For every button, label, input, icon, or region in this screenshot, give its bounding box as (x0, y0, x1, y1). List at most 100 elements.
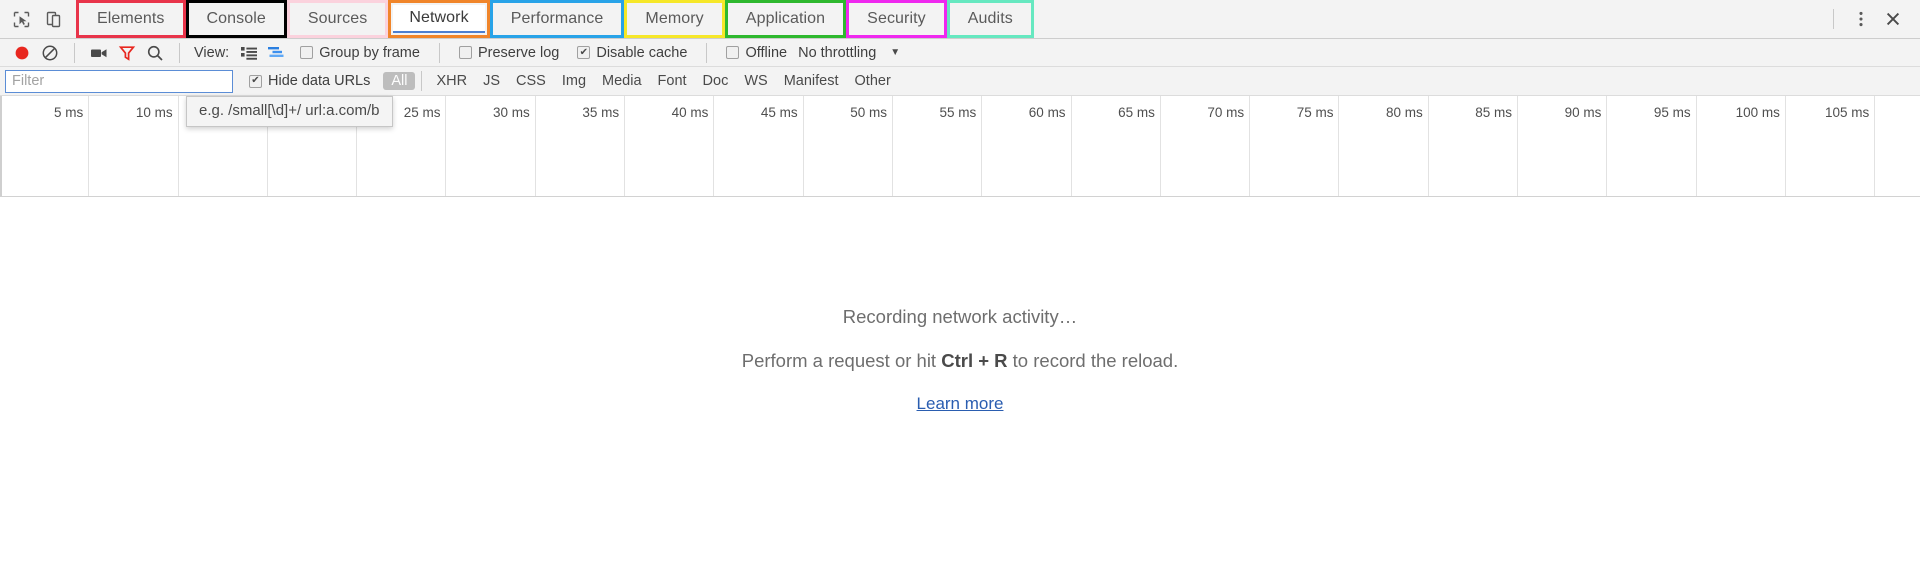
tab-highlight-sources: Sources (286, 0, 389, 38)
tab-application[interactable]: Application (729, 5, 842, 33)
checkbox-group-by-frame[interactable]: Group by frame (300, 45, 420, 61)
checkbox-disable-cache[interactable]: Disable cache (577, 45, 687, 61)
tab-performance[interactable]: Performance (494, 5, 620, 33)
checkbox-label: Group by frame (319, 44, 420, 61)
timeline-tick: 35 ms (536, 96, 626, 196)
timeline-tick: 5 ms (0, 96, 90, 196)
timeline-tick-label: 25 ms (403, 105, 441, 120)
tab-sources[interactable]: Sources (291, 5, 384, 33)
network-filter-toolbar: Hide data URLs All XHR JS CSS Img Media … (0, 67, 1920, 127)
timeline-tick-label: 70 ms (1207, 105, 1245, 120)
checkbox-label: Disable cache (596, 44, 688, 61)
timeline-tick-label: 60 ms (1028, 105, 1066, 120)
tab-highlight-console: Console (185, 0, 287, 38)
checkbox-preserve-log[interactable]: Preserve log (458, 45, 559, 61)
tab-security[interactable]: Security (851, 5, 942, 33)
checkbox-box[interactable] (726, 46, 740, 59)
timeline-tick-label: 50 ms (850, 105, 887, 120)
learn-more-link[interactable]: Learn more (917, 394, 1004, 414)
record-button-icon[interactable] (8, 41, 36, 65)
search-icon[interactable] (141, 41, 169, 65)
filter-type-xhr[interactable]: XHR (428, 72, 475, 90)
divider (706, 42, 708, 63)
tab-console[interactable]: Console (190, 5, 282, 33)
timeline-tick: 11 (1875, 96, 1920, 196)
filter-type-doc[interactable]: Doc (695, 72, 737, 90)
checkbox-box[interactable] (300, 46, 314, 59)
timeline-tick-label: 55 ms (939, 105, 977, 120)
timeline-tick: 55 ms (893, 96, 983, 196)
filter-autocomplete-hint: e.g. /small[\d]+/ url:a.com/b (186, 96, 393, 127)
devtools-tabs: Elements Console Sources Network Perform… (76, 0, 1034, 38)
timeline-tick: 10 ms (89, 96, 179, 196)
timeline-tick: 90 ms (1518, 96, 1608, 196)
timeline-tick-label: 45 ms (760, 105, 798, 120)
checkbox-box[interactable] (577, 46, 591, 59)
timeline-tick-label: 85 ms (1475, 105, 1513, 120)
vertical-dots-icon[interactable] (1846, 3, 1876, 35)
divider (438, 42, 440, 63)
waterfall-view-icon[interactable] (263, 41, 291, 65)
throttling-select[interactable]: No throttling ▼ (798, 45, 900, 61)
tab-audits[interactable]: Audits (951, 5, 1029, 33)
timeline-tick-label: 80 ms (1385, 105, 1423, 120)
timeline-tick: 60 ms (982, 96, 1072, 196)
filter-type-other[interactable]: Other (847, 72, 899, 90)
divider (179, 42, 180, 63)
timeline-tick: 30 ms (446, 96, 536, 196)
checkbox-label: Hide data URLs (268, 73, 371, 89)
filter-type-css[interactable]: CSS (508, 72, 554, 90)
timeline-tick-label: 30 ms (493, 105, 530, 120)
timeline-tick-label: 65 ms (1118, 105, 1155, 120)
tabbar-left-tools (0, 0, 68, 38)
filter-type-ws[interactable]: WS (736, 72, 775, 90)
tab-elements[interactable]: Elements (81, 5, 181, 33)
inspect-element-icon[interactable] (6, 3, 36, 35)
filter-type-all[interactable]: All (383, 72, 416, 90)
checkbox-offline[interactable]: Offline (726, 45, 787, 61)
tab-highlight-memory: Memory (624, 0, 725, 38)
tab-highlight-network: Network (388, 0, 490, 38)
tab-highlight-performance: Performance (489, 0, 625, 38)
tab-highlight-application: Application (724, 0, 847, 38)
timeline-tick-label: 75 ms (1296, 105, 1334, 120)
filter-type-img[interactable]: Img (554, 72, 594, 90)
empty-state-shortcut: Ctrl + R (941, 350, 1008, 371)
camera-icon[interactable] (85, 41, 113, 65)
resource-type-filters: All XHR JS CSS Img Media Font Doc WS Man… (383, 71, 898, 91)
timeline-tick-label: 40 ms (671, 105, 709, 120)
divider (74, 42, 75, 63)
tab-memory[interactable]: Memory (629, 5, 720, 33)
timeline-tick-label: 10 ms (135, 105, 173, 120)
tab-highlight-elements: Elements (76, 0, 186, 38)
timeline-tick: 40 ms (625, 96, 715, 196)
filter-type-font[interactable]: Font (650, 72, 695, 90)
timeline-tick-label: 95 ms (1653, 105, 1691, 120)
close-icon[interactable] (1878, 3, 1908, 35)
checkbox-box[interactable] (458, 46, 472, 59)
timeline-tick: 65 ms (1072, 96, 1161, 196)
filter-type-media[interactable]: Media (594, 72, 650, 90)
tab-highlight-security: Security (846, 0, 947, 38)
devtools-tabbar: Elements Console Sources Network Perform… (0, 0, 1920, 39)
timeline-tick: 80 ms (1339, 96, 1429, 196)
timeline-tick-label: 90 ms (1564, 105, 1602, 120)
filter-input[interactable] (5, 69, 233, 93)
funnel-filter-icon[interactable] (113, 41, 141, 65)
filter-type-manifest[interactable]: Manifest (776, 72, 847, 90)
network-empty-state: Recording network activity… Perform a re… (0, 197, 1920, 577)
checkbox-box[interactable] (249, 74, 262, 88)
toggle-device-toolbar-icon[interactable] (38, 3, 68, 35)
empty-state-hint: Perform a request or hit Ctrl + R to rec… (742, 350, 1179, 372)
timeline-tick: 70 ms (1161, 96, 1251, 196)
checkbox-hide-data-urls[interactable]: Hide data URLs (249, 73, 370, 89)
tab-network[interactable]: Network (393, 5, 485, 33)
timeline-tick: 75 ms (1250, 96, 1340, 196)
filter-type-js[interactable]: JS (475, 72, 508, 90)
timeline-tick: 45 ms (714, 96, 804, 196)
tab-highlight-audits: Audits (946, 0, 1034, 38)
list-view-icon[interactable] (235, 41, 263, 65)
clear-icon[interactable] (36, 41, 64, 65)
timeline-tick: 95 ms (1607, 96, 1697, 196)
devtools-network-panel: Elements Console Sources Network Perform… (0, 0, 1920, 577)
